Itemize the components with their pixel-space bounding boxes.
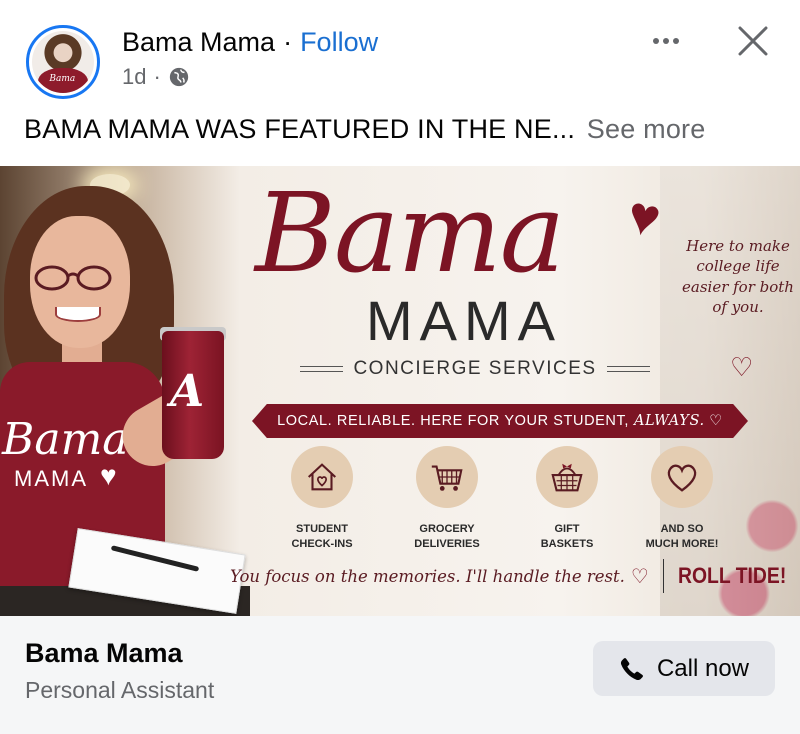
caption-text: BAMA MAMA WAS FEATURED IN THE NE... — [24, 114, 576, 144]
see-more-link[interactable]: See more — [587, 114, 706, 144]
woman-photo: Bama MAMA ♥ A — [0, 166, 250, 616]
close-icon[interactable] — [733, 21, 773, 61]
logo-mama: MAMA — [366, 289, 562, 352]
service-item: AND SO MUCH MORE! — [622, 446, 742, 552]
glasses-icon — [34, 265, 112, 291]
tagline: Here to make college life easier for bot… — [682, 237, 794, 316]
smile — [55, 307, 101, 322]
service-label-line: CHECK-INS — [291, 537, 353, 550]
shirt-mama-text: MAMA — [14, 466, 88, 491]
shirt-heart-icon: ♥ — [100, 460, 117, 491]
footer-script: You focus on the memories. I'll handle t… — [230, 566, 625, 586]
call-now-button[interactable]: Call now — [593, 641, 775, 696]
more-options-icon[interactable] — [648, 26, 684, 56]
service-label-line: GROCERY — [419, 523, 475, 535]
shopping-cart-icon — [416, 446, 478, 508]
subtitle-rule-left — [300, 366, 344, 372]
banner-text: LOCAL. RELIABLE. HERE FOR YOUR STUDENT, — [277, 413, 629, 429]
tumbler-logo: A — [170, 366, 205, 417]
service-label: AND SO MUCH MORE! — [622, 522, 742, 552]
service-item: GIFT BASKETS — [507, 446, 627, 552]
service-label-line: AND SO — [660, 523, 704, 535]
ad-footer: You focus on the memories. I'll handle t… — [230, 559, 800, 593]
footer-divider — [662, 559, 664, 593]
post-caption: BAMA MAMA WAS FEATURED IN THE NE... See … — [24, 114, 705, 145]
page-avatar[interactable]: Bama — [26, 25, 100, 99]
logo-script: Bama — [255, 169, 565, 297]
gift-basket-icon — [536, 446, 598, 508]
service-label-line: MUCH MORE! — [645, 537, 719, 550]
banner-heart-icon: ♡ — [704, 413, 723, 429]
post-meta: 1d · — [122, 64, 190, 90]
avatar-photo: Bama — [32, 31, 94, 93]
cta-category: Personal Assistant — [25, 677, 215, 703]
shirt-script-text: Bama — [2, 414, 129, 465]
house-heart-icon — [291, 446, 353, 508]
page-name-link[interactable]: Bama Mama — [122, 27, 275, 58]
ad-banner: LOCAL. RELIABLE. HERE FOR YOUR STUDENT, … — [252, 404, 748, 438]
avatar-shirt-text: Bama — [49, 74, 76, 85]
roll-tide-text: ROLL TIDE! — [677, 563, 787, 588]
phone-icon — [620, 657, 643, 680]
service-label: STUDENT CHECK-INS — [262, 522, 382, 552]
tagline-heart-icon: ♡ — [730, 352, 754, 382]
subtitle-text: CONCIERGE SERVICES — [353, 358, 597, 379]
footer-heart-icon: ♡ — [630, 565, 649, 588]
post-header: Bama Bama Mama · Follow 1d · — [0, 0, 800, 110]
service-label-line: STUDENT — [296, 523, 348, 535]
service-label-line: GIFT — [554, 523, 580, 535]
service-label-line: BASKETS — [540, 537, 594, 550]
name-row: Bama Mama · Follow — [122, 27, 378, 58]
cta-page-name[interactable]: Bama Mama — [25, 638, 183, 669]
globe-icon — [169, 67, 188, 87]
name-separator: · — [283, 27, 293, 57]
service-label-line: DELIVERIES — [414, 537, 480, 550]
service-item: STUDENT CHECK-INS — [262, 446, 382, 552]
follow-button[interactable]: Follow — [300, 27, 378, 58]
services-row: STUDENT CHECK-INS GROCERY DELIVERIES GIF… — [262, 446, 742, 556]
heart-icon — [651, 446, 713, 508]
service-label: GIFT BASKETS — [507, 522, 627, 552]
meta-separator: · — [153, 64, 161, 89]
service-item: GROCERY DELIVERIES — [387, 446, 507, 552]
ad-image[interactable]: Bama MAMA ♥ A Bama ♥ MAMA CONCIERGE SERV… — [0, 166, 800, 616]
service-label: GROCERY DELIVERIES — [387, 522, 507, 552]
call-now-label: Call now — [656, 654, 750, 682]
concierge-subtitle: CONCIERGE SERVICES — [300, 358, 650, 380]
subtitle-rule-right — [606, 366, 650, 372]
banner-always: ALWAYS. — [633, 413, 705, 429]
post-timestamp[interactable]: 1d — [122, 64, 146, 90]
